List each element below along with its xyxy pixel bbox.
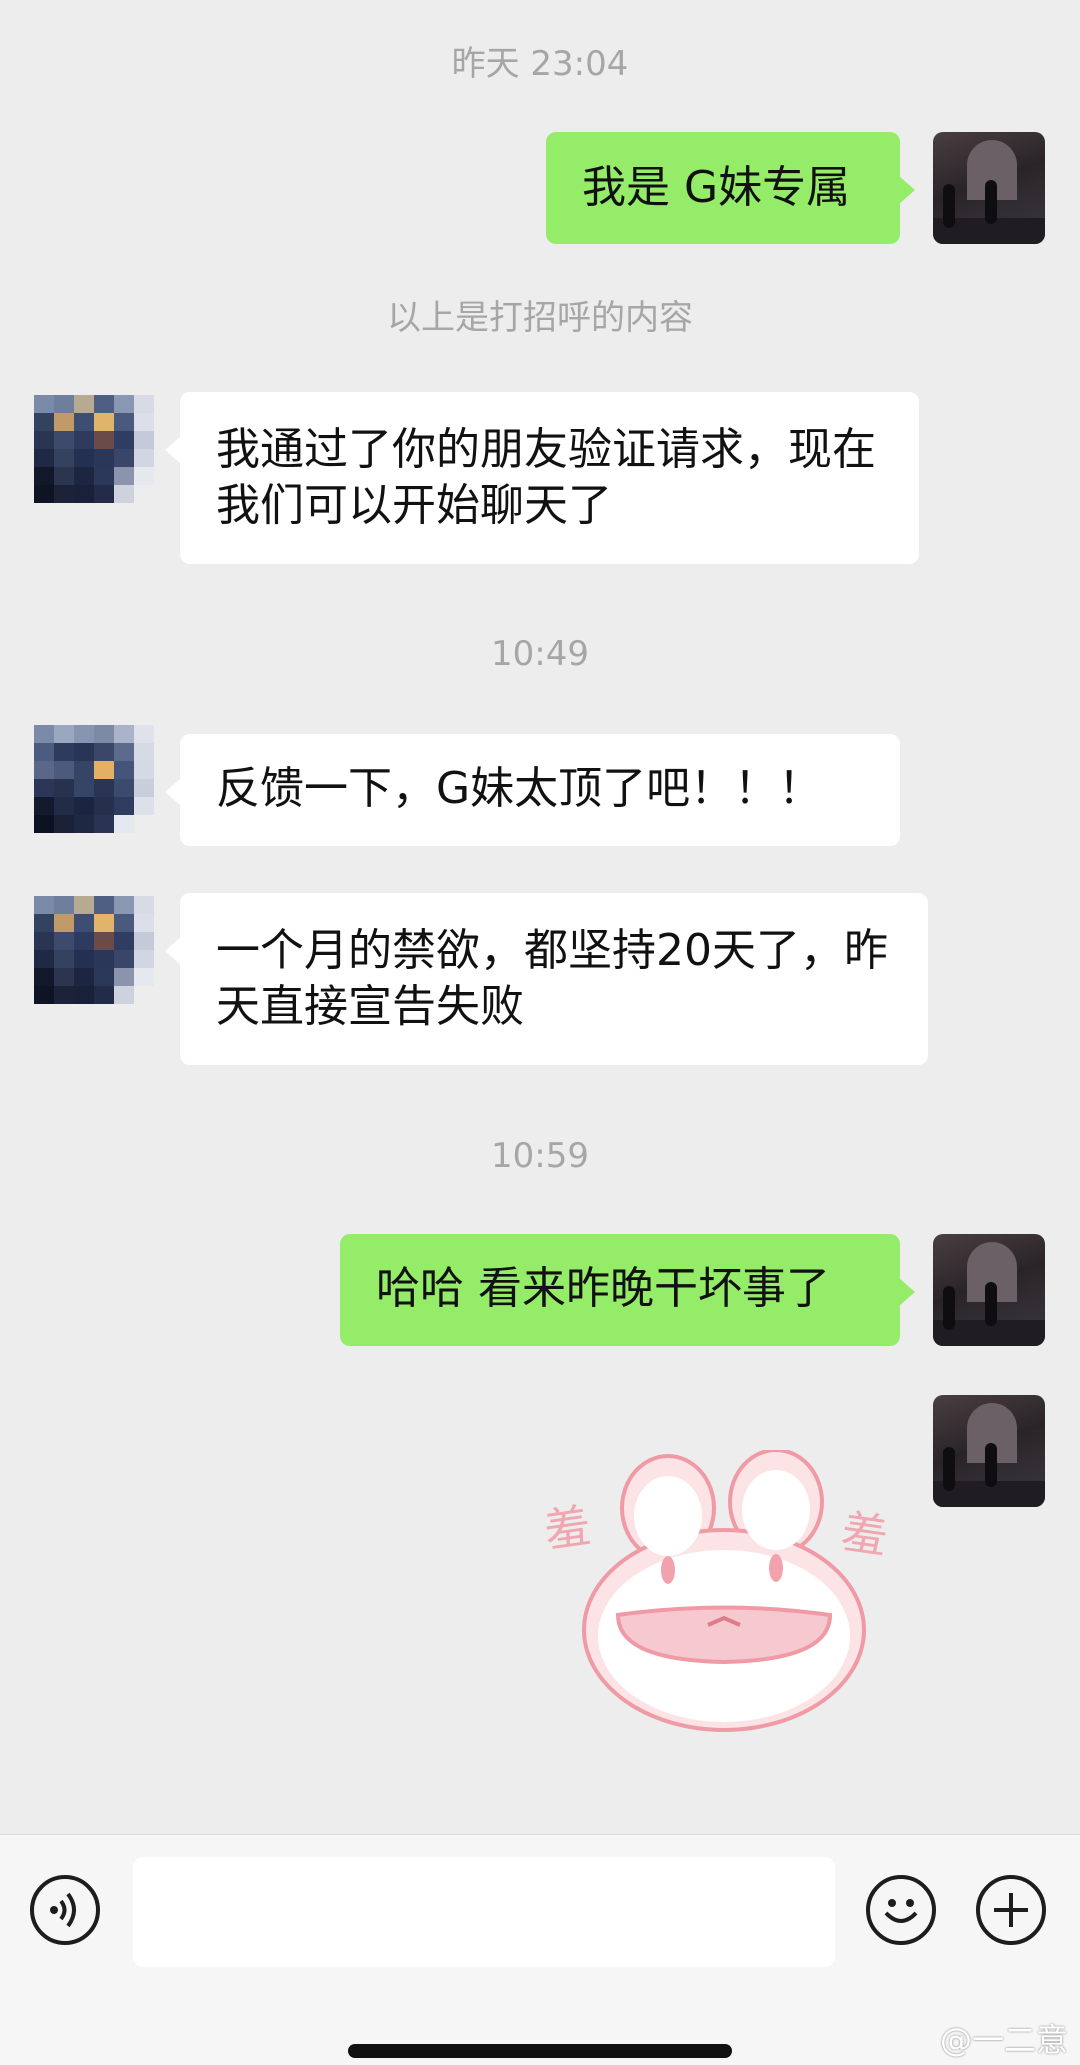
- bunny-sticker-image: [582, 1448, 866, 1732]
- emoji-button[interactable]: [866, 1875, 936, 1945]
- message-text: 哈哈 看来昨晚干坏事了: [376, 1263, 830, 1314]
- voice-input-button[interactable]: [30, 1875, 100, 1945]
- friend-avatar[interactable]: [34, 896, 154, 1004]
- sticker-shy-bunny[interactable]: 羞 羞: [541, 1448, 898, 1740]
- timestamp: 10:59: [491, 1136, 589, 1176]
- timestamp: 10:49: [491, 634, 589, 674]
- watermark: @一二意: [939, 2021, 1068, 2059]
- my-avatar[interactable]: [933, 132, 1045, 244]
- outgoing-message-reply[interactable]: 哈哈 看来昨晚干坏事了: [340, 1234, 915, 1346]
- more-actions-button[interactable]: [976, 1875, 1046, 1945]
- timestamp: 昨天 23:04: [451, 44, 629, 84]
- plus-icon: [994, 1893, 1028, 1927]
- incoming-message-feedback-2[interactable]: 一个月的禁欲，都坚持20天了，昨天直接宣告失败: [165, 893, 928, 1065]
- composer-bar: [0, 1834, 1080, 2065]
- friend-avatar[interactable]: [34, 395, 154, 503]
- voice-icon: [50, 1892, 76, 1928]
- incoming-message-feedback-1[interactable]: 反馈一下，G妹太顶了吧！！！: [165, 734, 900, 846]
- message-input[interactable]: [133, 1857, 835, 1967]
- system-notice: 以上是打招呼的内容: [387, 298, 693, 338]
- my-avatar[interactable]: [933, 1234, 1045, 1346]
- message-text: 反馈一下，G妹太顶了吧！！！: [216, 763, 823, 814]
- home-indicator[interactable]: [348, 2044, 732, 2058]
- my-avatar[interactable]: [933, 1395, 1045, 1507]
- outgoing-message-greeting[interactable]: 我是 G妹专属: [546, 132, 915, 244]
- emoji-icon: [884, 1899, 918, 1923]
- sticker-label-right: 羞: [838, 1504, 892, 1564]
- friend-avatar[interactable]: [34, 725, 154, 833]
- message-text: 我是 G妹专属: [582, 162, 851, 213]
- incoming-message-friend-accept[interactable]: 我通过了你的朋友验证请求，现在我们可以开始聊天了: [165, 392, 919, 564]
- message-text: 我通过了你的朋友验证请求，现在我们可以开始聊天了: [216, 424, 876, 531]
- message-text: 一个月的禁欲，都坚持20天了，昨天直接宣告失败: [216, 925, 888, 1032]
- sticker-label-left: 羞: [540, 1498, 594, 1558]
